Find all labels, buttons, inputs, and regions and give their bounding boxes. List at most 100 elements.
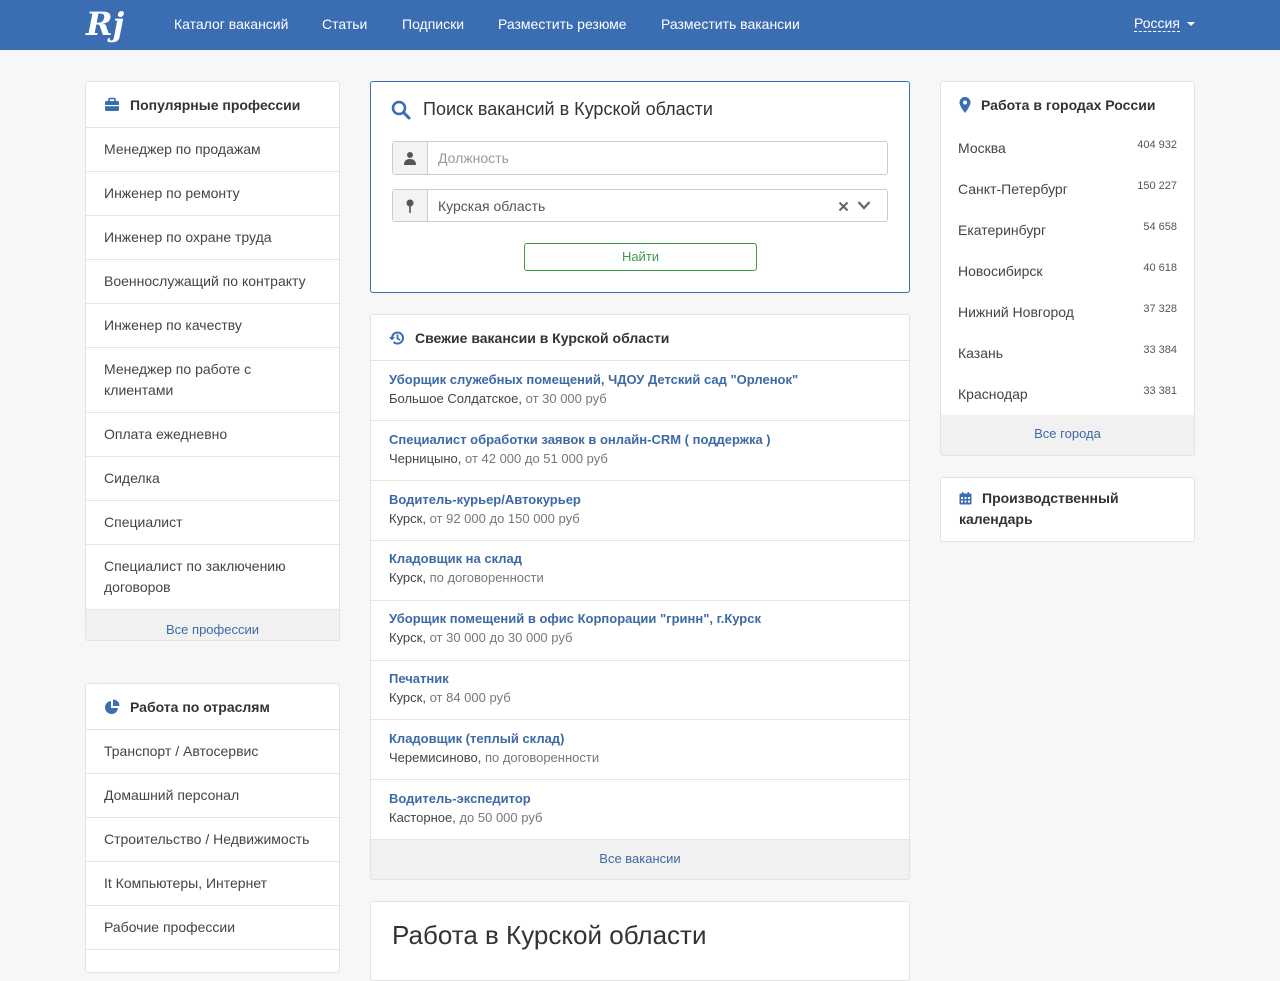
vacancy-title[interactable]: Печатник (389, 669, 891, 688)
vacancy-city: Курск (389, 690, 423, 705)
vacancy-city: Черницыно (389, 451, 458, 466)
cities-card: Работа в городах России Москва 404 932 С… (940, 81, 1195, 456)
profession-item[interactable]: Оплата ежедневно (86, 413, 339, 457)
vacancy-title[interactable]: Водитель-экспедитор (389, 789, 891, 808)
profession-item[interactable]: Инженер по ремонту (86, 172, 339, 216)
vacancy-row[interactable]: Водитель-экспедитор Касторное, до 50 000… (371, 779, 909, 839)
industries-title: Работа по отраслям (130, 698, 270, 715)
find-button[interactable]: Найти (524, 243, 757, 271)
position-input[interactable]: Должность (438, 150, 509, 166)
vacancy-title[interactable]: Уборщик помещений в офис Корпорации "гри… (389, 609, 891, 628)
chevron-down-icon[interactable] (1187, 22, 1195, 26)
vacancy-title[interactable]: Кладовщик (теплый склад) (389, 729, 891, 748)
vacancy-city: Курск (389, 630, 423, 645)
vacancy-row[interactable]: Водитель-курьер/Автокурьер Курск, от 92 … (371, 480, 909, 540)
industry-item[interactable]: It Компьютеры, Интернет (86, 862, 339, 906)
all-vacancies-link[interactable]: Все вакансии (371, 839, 909, 879)
industry-item[interactable]: Строительство / Недвижимость (86, 818, 339, 862)
popular-professions-card: Популярные профессии Менеджер по продажа… (85, 81, 340, 641)
profession-item[interactable]: Инженер по охране труда (86, 216, 339, 260)
profession-item[interactable]: Специалист по заключению договоров (86, 545, 339, 610)
industries-card: Работа по отраслям Транспорт / Автосерви… (85, 683, 340, 973)
industry-item[interactable]: Домашний персонал (86, 774, 339, 818)
city-link[interactable]: Нижний Новгород (958, 304, 1074, 320)
city-link[interactable]: Москва (958, 140, 1006, 156)
fresh-vacancies-title: Свежие вакансии в Курской области (415, 329, 670, 346)
industry-item[interactable]: Рабочие профессии (86, 906, 339, 950)
city-count: 33 381 (1143, 385, 1177, 397)
region-select-value[interactable]: Курская область (438, 198, 545, 214)
profession-item[interactable]: Инженер по качеству (86, 304, 339, 348)
profession-item[interactable]: Сиделка (86, 457, 339, 501)
vacancy-salary: от 42 000 до 51 000 руб (465, 451, 608, 466)
vacancy-city: Касторное (389, 810, 453, 825)
chevron-down-icon[interactable] (857, 200, 871, 211)
vacancy-salary: от 30 000 до 30 000 руб (429, 630, 573, 645)
city-count: 40 618 (1143, 262, 1177, 274)
cities-title: Работа в городах России (981, 97, 1156, 113)
city-link[interactable]: Новосибирск (958, 263, 1043, 279)
vacancy-row[interactable]: Уборщик помещений в офис Корпорации "гри… (371, 600, 909, 660)
profession-item[interactable]: Специалист (86, 501, 339, 545)
vacancy-row[interactable]: Уборщик служебных помещений, ЧДОУ Детски… (371, 361, 909, 421)
fresh-vacancies-card: Свежие вакансии в Курской области Уборщи… (370, 314, 910, 880)
profession-item[interactable]: Менеджер по продажам (86, 128, 339, 172)
vacancy-row[interactable]: Печатник Курск, от 84 000 руб (371, 660, 909, 720)
search-icon (391, 100, 411, 119)
nav-post-vacancies[interactable]: Разместить вакансии (661, 16, 800, 32)
popular-professions-title: Популярные профессии (130, 96, 301, 113)
popular-professions-header: Популярные профессии (86, 82, 339, 128)
vacancy-city: Курск (389, 570, 423, 585)
briefcase-icon (105, 97, 119, 111)
site-logo-icon[interactable]: Rj (84, 3, 126, 47)
search-title: Поиск вакансий в Курской области (391, 99, 713, 120)
vacancy-title[interactable]: Специалист обработки заявок в онлайн-CRM… (389, 430, 891, 449)
region-select-group[interactable]: Курская область (392, 189, 888, 222)
industry-item-partial[interactable] (86, 950, 339, 972)
industries-header: Работа по отраслям (86, 684, 339, 730)
vacancy-city: Курск (389, 511, 423, 526)
map-marker-icon (959, 97, 971, 113)
city-count: 404 932 (1137, 139, 1177, 151)
region-selector[interactable]: Россия (1134, 16, 1180, 32)
vacancy-city: Большое Солдатское (389, 391, 519, 406)
vacancy-title[interactable]: Водитель-курьер/Автокурьер (389, 490, 891, 509)
position-input-group[interactable]: Должность (392, 141, 888, 175)
professions-list: Менеджер по продажам Инженер по ремонту … (86, 128, 339, 610)
pie-chart-icon (105, 699, 120, 714)
city-link[interactable]: Екатеринбург (958, 222, 1046, 238)
fresh-vacancies-header: Свежие вакансии в Курской области (371, 315, 909, 361)
vacancy-row[interactable]: Кладовщик (теплый склад) Черемисиново, п… (371, 719, 909, 779)
vacancy-salary: по договоренности (429, 570, 544, 585)
city-link[interactable]: Краснодар (958, 386, 1028, 402)
profession-item[interactable]: Менеджер по работе с клиентами (86, 348, 339, 413)
region-work-card: Работа в Курской области (370, 901, 910, 981)
city-count: 33 384 (1143, 344, 1177, 356)
vacancy-salary: до 50 000 руб (459, 810, 543, 825)
city-count: 37 328 (1143, 303, 1177, 315)
all-professions-link[interactable]: Все профессии (86, 610, 339, 640)
nav-post-resume[interactable]: Разместить резюме (498, 16, 627, 32)
nav-subscriptions[interactable]: Подписки (402, 16, 464, 32)
industries-list: Транспорт / Автосервис Домашний персонал… (86, 730, 339, 972)
city-link[interactable]: Санкт-Петербург (958, 181, 1068, 197)
vacancy-title[interactable]: Кладовщик на склад (389, 549, 891, 568)
nav-catalog[interactable]: Каталог вакансий (174, 16, 288, 32)
vacancy-row[interactable]: Специалист обработки заявок в онлайн-CRM… (371, 420, 909, 480)
calendar-title[interactable]: Производственный календарь (959, 488, 1159, 530)
city-count: 150 227 (1137, 180, 1177, 192)
all-cities-link[interactable]: Все города (941, 415, 1194, 455)
map-pin-icon (393, 190, 428, 221)
nav-articles[interactable]: Статьи (322, 16, 367, 32)
city-link[interactable]: Казань (958, 345, 1003, 361)
clear-icon[interactable] (838, 201, 849, 212)
vacancy-city: Черемисиново (389, 750, 478, 765)
profession-item[interactable]: Военнослужащий по контракту (86, 260, 339, 304)
vacancy-title[interactable]: Уборщик служебных помещений, ЧДОУ Детски… (389, 370, 891, 389)
calendar-card[interactable]: Производственный календарь (940, 477, 1195, 542)
vacancy-salary: от 92 000 до 150 000 руб (429, 511, 580, 526)
vacancy-row[interactable]: Кладовщик на склад Курск, по договоренно… (371, 540, 909, 600)
industry-item[interactable]: Транспорт / Автосервис (86, 730, 339, 774)
region-work-title: Работа в Курской области (392, 920, 707, 950)
svg-text:Rj: Rj (85, 5, 125, 43)
